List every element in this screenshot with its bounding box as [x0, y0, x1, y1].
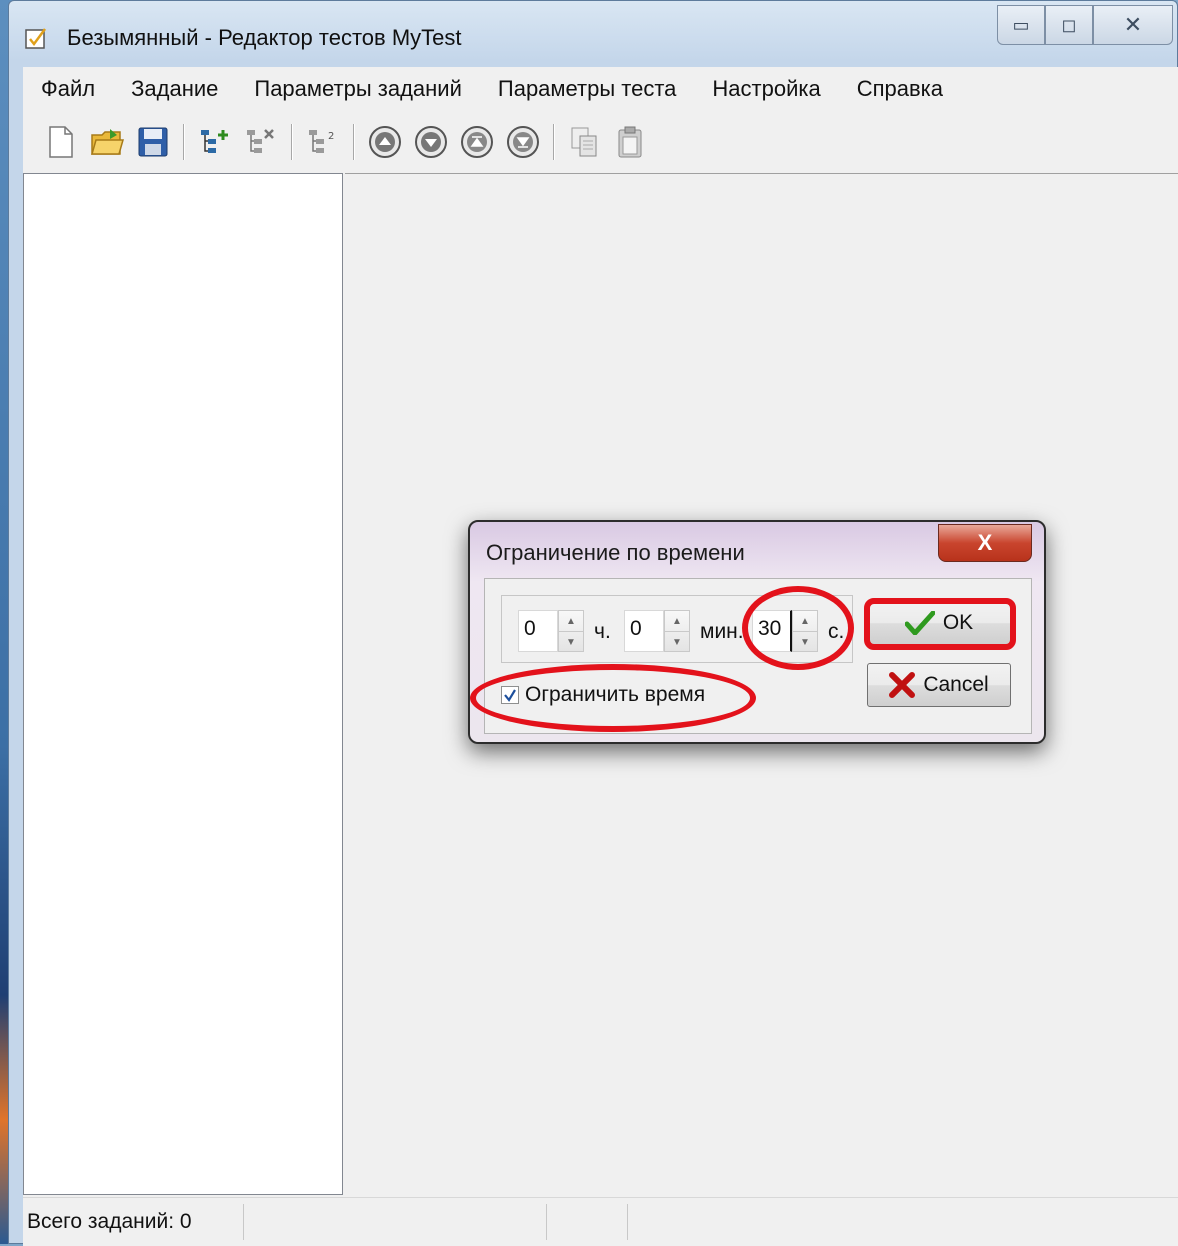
add-task-button[interactable]: [195, 122, 235, 162]
add-task-icon: [201, 130, 228, 153]
menu-file[interactable]: Файл: [23, 76, 113, 102]
open-button[interactable]: [87, 122, 127, 162]
new-file-icon: [49, 126, 73, 158]
toolbar-separator: [353, 124, 355, 160]
maximize-button[interactable]: ◻: [1045, 5, 1093, 45]
task-settings-icon: 2: [309, 130, 334, 153]
minutes-input[interactable]: 0: [624, 610, 664, 652]
cancel-label: Cancel: [923, 673, 989, 696]
status-panel: [547, 1204, 628, 1240]
move-top-icon: [461, 126, 493, 158]
cancel-x-icon: [889, 672, 916, 698]
annotation-ellipse-limit: [470, 664, 756, 732]
hours-unit: ч.: [594, 620, 611, 643]
app-checkbox-icon: [25, 28, 47, 49]
minimize-button[interactable]: ▭: [997, 5, 1045, 45]
annotation-circle-seconds: [742, 586, 854, 670]
move-bottom-button[interactable]: [503, 122, 543, 162]
svg-text:2: 2: [328, 131, 334, 142]
close-button[interactable]: ✕: [1093, 5, 1173, 45]
menu-task[interactable]: Задание: [113, 76, 236, 102]
move-down-button[interactable]: [411, 122, 451, 162]
move-down-icon: [415, 126, 447, 158]
paste-icon: [618, 126, 642, 158]
open-folder-icon: [91, 129, 124, 155]
toolbar-separator: [291, 124, 293, 160]
close-icon: X: [977, 530, 993, 555]
spin-down-icon[interactable]: ▼: [665, 632, 689, 652]
toolbar-separator: [553, 124, 555, 160]
save-button[interactable]: [133, 122, 173, 162]
annotation-box-ok: [864, 598, 1016, 650]
status-panel: [244, 1204, 547, 1240]
minimize-icon: ▭: [1012, 14, 1030, 35]
close-icon: ✕: [1123, 12, 1143, 37]
spin-up-icon[interactable]: ▲: [665, 611, 689, 632]
dialog-close-button[interactable]: X: [938, 524, 1032, 562]
menu-settings[interactable]: Настройка: [694, 76, 838, 102]
paste-button[interactable]: [611, 122, 651, 162]
minutes-spinner[interactable]: ▲ ▼: [664, 610, 690, 652]
dialog-title: Ограничение по времени: [486, 540, 745, 565]
menu-task-params[interactable]: Параметры заданий: [236, 76, 480, 102]
status-total-tasks: Всего заданий: 0: [23, 1204, 244, 1240]
copy-button[interactable]: [565, 122, 605, 162]
move-top-button[interactable]: [457, 122, 497, 162]
menu-help[interactable]: Справка: [839, 76, 961, 102]
menu-bar: Файл Задание Параметры заданий Параметры…: [23, 67, 1178, 111]
copy-icon: [571, 127, 597, 157]
save-icon: [138, 127, 168, 157]
move-up-button[interactable]: [365, 122, 405, 162]
hours-spinner[interactable]: ▲ ▼: [558, 610, 584, 652]
hours-input[interactable]: 0: [518, 610, 558, 652]
menu-test-params[interactable]: Параметры теста: [480, 76, 695, 102]
task-settings-button[interactable]: 2: [303, 122, 343, 162]
delete-task-button[interactable]: [241, 122, 281, 162]
minutes-unit: мин.: [700, 620, 744, 643]
title-bar[interactable]: Безымянный - Редактор тестов MyTest ▭ ◻ …: [9, 1, 1177, 65]
cancel-button[interactable]: Cancel: [867, 663, 1011, 707]
spin-down-icon[interactable]: ▼: [559, 632, 583, 652]
maximize-icon: ◻: [1061, 14, 1077, 35]
spin-up-icon[interactable]: ▲: [559, 611, 583, 632]
window-title: Безымянный - Редактор тестов MyTest: [67, 25, 462, 50]
new-file-button[interactable]: [41, 122, 81, 162]
toolbar: 2: [23, 113, 1178, 171]
status-bar: Всего заданий: 0: [23, 1197, 1178, 1246]
task-list-panel[interactable]: [23, 173, 343, 1195]
caption-buttons: ▭ ◻ ✕: [997, 5, 1173, 45]
move-bottom-icon: [507, 126, 539, 158]
delete-task-icon: [247, 129, 274, 153]
toolbar-separator: [183, 124, 185, 160]
move-up-icon: [369, 126, 401, 158]
